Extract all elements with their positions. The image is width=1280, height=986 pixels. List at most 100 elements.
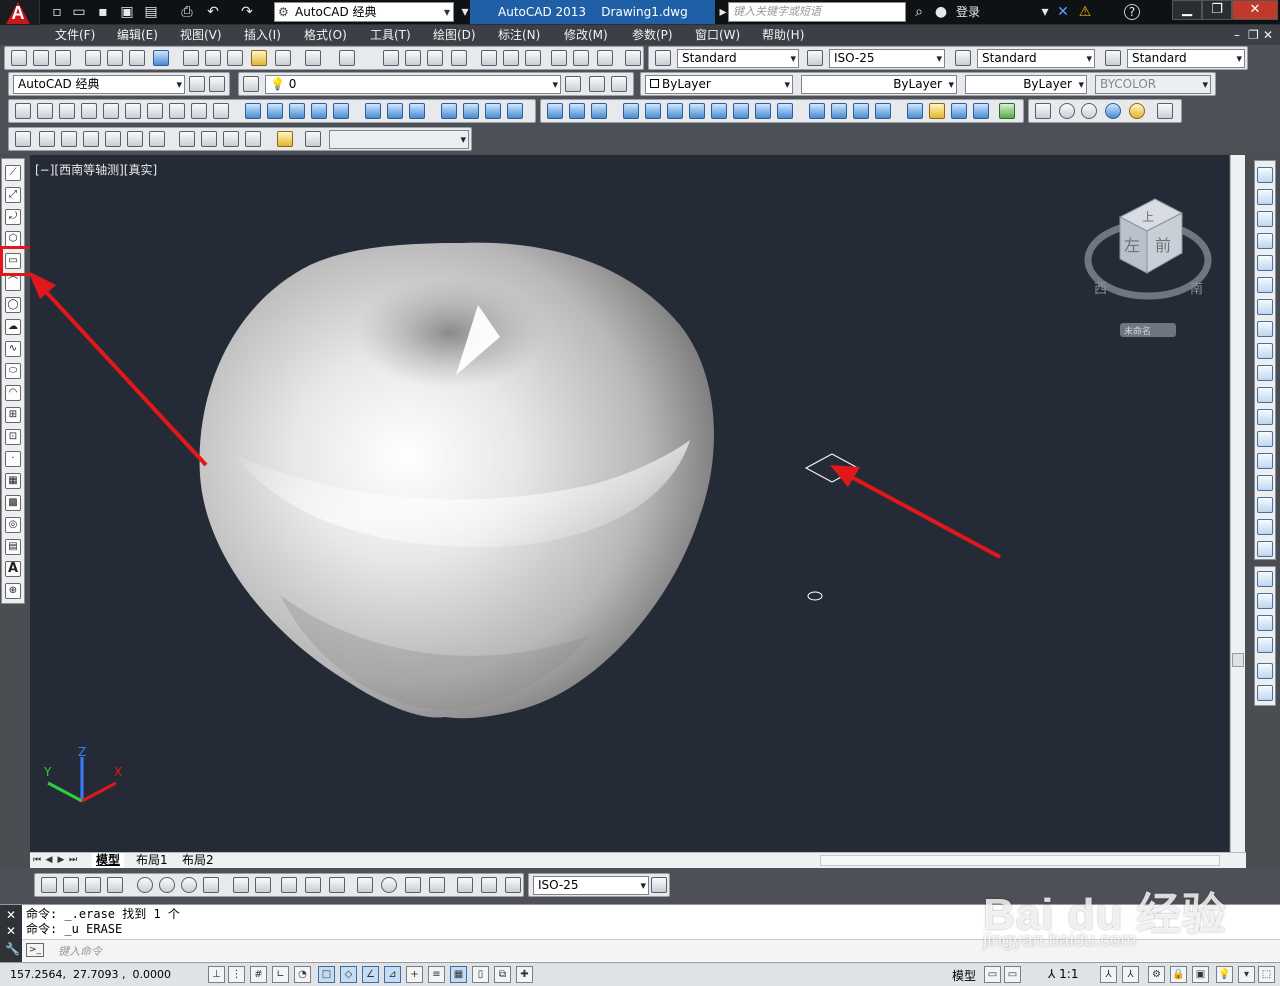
annotation-monitor-icon[interactable]: ✚	[516, 966, 533, 983]
open-file-icon[interactable]: ▭	[70, 3, 88, 21]
move-icon[interactable]	[1257, 277, 1273, 293]
save-icon[interactable]: ▪	[94, 3, 112, 21]
workspace-switching-icon[interactable]: ⚙	[1148, 966, 1165, 983]
menu-insert[interactable]: 插入(I)	[244, 27, 281, 43]
match-properties-icon[interactable]	[251, 50, 267, 66]
line-icon[interactable]: ⟋	[5, 165, 21, 181]
scrollbar-thumb[interactable]	[1232, 653, 1244, 667]
linetype-dropdown[interactable]: ByLayer	[801, 75, 957, 94]
last-tab-icon[interactable]: ⏭	[68, 854, 78, 866]
hidden-icon[interactable]	[1081, 103, 1097, 119]
make-block-icon[interactable]: ⊡	[5, 429, 21, 445]
application-menu-button[interactable]: A	[0, 0, 40, 25]
inspect-icon[interactable]	[405, 877, 421, 893]
top-view-icon[interactable]	[39, 131, 55, 147]
bring-above-icon[interactable]	[1257, 615, 1273, 631]
help-button[interactable]: ?	[1124, 4, 1140, 20]
box-icon[interactable]	[37, 103, 53, 119]
quickcalc-icon[interactable]	[597, 50, 613, 66]
grid-display-icon[interactable]: #	[250, 966, 267, 983]
color-faces-icon[interactable]	[777, 103, 793, 119]
wireframe-icon[interactable]	[1059, 103, 1075, 119]
menu-draw[interactable]: 绘图(D)	[433, 27, 476, 43]
check-icon[interactable]	[951, 103, 967, 119]
sphere-icon[interactable]	[103, 103, 119, 119]
ellipse-arc-icon[interactable]: ◠	[5, 385, 21, 401]
union-icon[interactable]	[365, 103, 381, 119]
menu-minimize-icon[interactable]: –	[1234, 27, 1240, 43]
plot-icon[interactable]	[85, 50, 101, 66]
taper-faces-icon[interactable]	[733, 103, 749, 119]
object-snap-icon[interactable]: □	[318, 966, 335, 983]
menu-dimension[interactable]: 标注(N)	[498, 27, 540, 43]
delete-faces-icon[interactable]	[689, 103, 705, 119]
tab-model[interactable]: 模型	[92, 853, 125, 868]
conceptual-icon[interactable]	[1129, 103, 1145, 119]
help-icon[interactable]	[625, 50, 641, 66]
tolerance-icon[interactable]	[357, 877, 373, 893]
revision-cloud-icon[interactable]: ☁	[5, 319, 21, 335]
erase-icon[interactable]	[1257, 167, 1273, 183]
pan-icon[interactable]	[383, 50, 399, 66]
lock-ui-icon[interactable]	[209, 76, 225, 92]
search-binoculars-icon[interactable]: ⌕	[910, 3, 928, 21]
point-icon[interactable]: ·	[5, 451, 21, 467]
color-dropdown[interactable]: ByLayer	[645, 75, 793, 94]
3d-move-icon[interactable]	[441, 103, 457, 119]
new-icon[interactable]	[11, 50, 27, 66]
new-file-icon[interactable]: ▫	[48, 3, 66, 21]
table-icon[interactable]: ▤	[5, 539, 21, 555]
save-icon[interactable]	[55, 50, 71, 66]
explode-icon[interactable]	[1257, 541, 1273, 557]
workspace-settings-icon[interactable]	[189, 76, 205, 92]
extrude-icon[interactable]	[245, 103, 261, 119]
menu-format[interactable]: 格式(O)	[304, 27, 347, 43]
workspace-dropdown[interactable]: ⚙ AutoCAD 经典	[274, 2, 454, 22]
clean-screen-icon[interactable]: ⬚	[1258, 966, 1275, 983]
polysolid-icon[interactable]	[15, 103, 31, 119]
paste-icon[interactable]	[227, 50, 243, 66]
markup-icon[interactable]	[573, 50, 589, 66]
lineweight-icon[interactable]: ≡	[428, 966, 445, 983]
ortho-mode-icon[interactable]: ∟	[272, 966, 289, 983]
drawing-viewport[interactable]: [−][西南等轴测][真实] Z Y X 上 左 前 西 南 未命名	[30, 155, 1229, 852]
sw-iso-view-icon[interactable]	[179, 131, 195, 147]
2d-wireframe-icon[interactable]	[1035, 103, 1051, 119]
dim-space-icon[interactable]	[305, 877, 321, 893]
hatch-back-icon[interactable]	[1257, 685, 1273, 701]
first-tab-icon[interactable]: ⏮	[32, 854, 42, 866]
zoom-window-icon[interactable]	[427, 50, 443, 66]
sweep-icon[interactable]	[289, 103, 305, 119]
3d-array-icon[interactable]	[507, 103, 523, 119]
text-style-dropdown[interactable]: Standard	[677, 49, 799, 68]
break-icon[interactable]	[1257, 431, 1273, 447]
extrude-faces-icon[interactable]	[623, 103, 639, 119]
user-icon[interactable]: ●	[932, 3, 950, 21]
join-icon[interactable]	[1257, 453, 1273, 469]
publish-icon[interactable]	[129, 50, 145, 66]
plot-preview-icon[interactable]: ▤	[142, 3, 160, 21]
polyline-icon[interactable]: ⤾	[5, 209, 21, 225]
quick-view-layouts-icon[interactable]: ▭	[984, 966, 1001, 983]
print-icon[interactable]: ⎙	[178, 3, 196, 21]
layer-states-icon[interactable]	[611, 76, 627, 92]
toolbar-lock-icon[interactable]: 🔒	[1170, 966, 1187, 983]
command-input[interactable]: >_ 键入命令	[22, 939, 1280, 961]
multiline-text-icon[interactable]: A	[5, 561, 21, 577]
back-view-icon[interactable]	[149, 131, 165, 147]
break-at-point-icon[interactable]	[1257, 409, 1273, 425]
quick-dim-icon[interactable]	[233, 877, 249, 893]
mleader-style-icon[interactable]	[1105, 50, 1121, 66]
subtract-edit-icon[interactable]	[569, 103, 585, 119]
dim-style-dropdown[interactable]: ISO-25	[829, 49, 945, 68]
dim-break-icon[interactable]	[329, 877, 345, 893]
nw-iso-view-icon[interactable]	[245, 131, 261, 147]
named-views-icon[interactable]	[15, 131, 31, 147]
dim-style-select[interactable]: ISO-25	[533, 876, 649, 895]
menu-view[interactable]: 视图(V)	[180, 27, 222, 43]
visual-style-manager-icon[interactable]	[1157, 103, 1173, 119]
annotation-scale[interactable]: ⅄ 1:1	[1048, 967, 1078, 981]
wedge-icon[interactable]	[59, 103, 75, 119]
menu-parametric[interactable]: 参数(P)	[632, 27, 673, 43]
login-dropdown-icon[interactable]: ▾	[1036, 3, 1054, 21]
